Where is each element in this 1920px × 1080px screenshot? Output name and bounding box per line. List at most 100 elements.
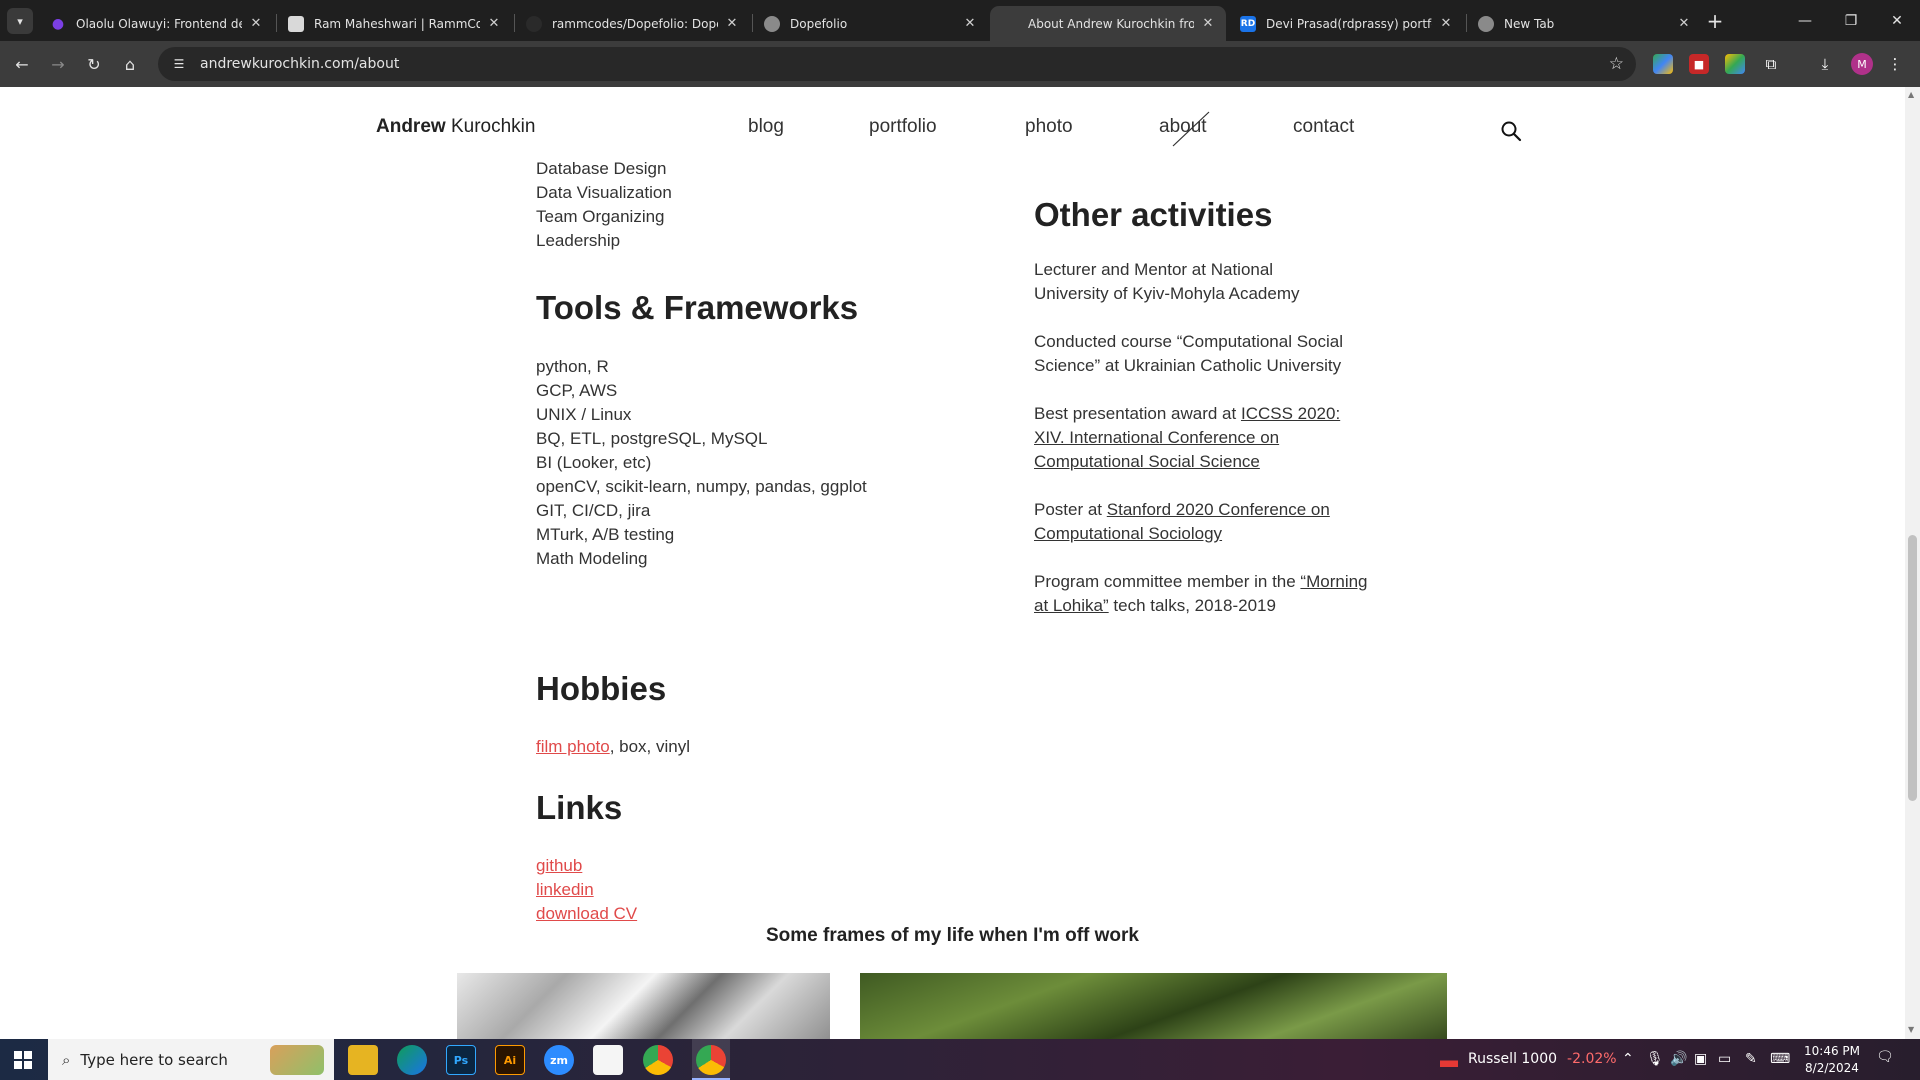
skill-item: Leadership [536, 231, 621, 250]
stock-chart-icon [1440, 1051, 1458, 1067]
close-icon[interactable]: ✕ [1438, 16, 1454, 31]
search-icon[interactable] [1500, 120, 1522, 142]
links-list: github linkedin download CV [536, 854, 637, 926]
frames-section-title: Some frames of my life when I'm off work [766, 925, 1139, 946]
linkedin-link[interactable]: linkedin [536, 880, 594, 899]
google-drive-extension-icon[interactable] [1725, 54, 1745, 74]
site-brand[interactable]: Andrew Kurochkin [376, 116, 535, 138]
reload-icon[interactable]: ↻ [80, 50, 108, 78]
activity-item: Lecturer and Mentor at National Universi… [1034, 260, 1300, 303]
browser-tab[interactable]: rammcodes/Dopefolio: Dopefo ✕ [514, 6, 750, 41]
download-icon[interactable]: ⤓ [1815, 54, 1835, 74]
restore-icon[interactable]: ❐ [1828, 0, 1874, 41]
tab-title: Dopefolio [790, 16, 848, 31]
speaker-icon[interactable]: 🔊 [1670, 1051, 1687, 1067]
activity-item: Poster at Stanford 2020 Conference on Co… [1034, 500, 1330, 543]
extension-color-icon[interactable] [1653, 54, 1673, 74]
nav-link-photo[interactable]: photo [1025, 116, 1073, 138]
browser-tab[interactable]: RD Devi Prasad(rdprassy) portfolio ✕ [1228, 6, 1464, 41]
github-link[interactable]: github [536, 856, 582, 875]
browser-tab[interactable]: Dopefolio ✕ [752, 6, 988, 41]
browser-tab[interactable]: New Tab ✕ [1466, 6, 1702, 41]
new-tab-button[interactable]: + [1702, 8, 1728, 34]
extension-red-icon[interactable]: ■ [1689, 54, 1709, 74]
site-info-icon[interactable]: ☰ [170, 55, 188, 73]
tool-item: BI (Looker, etc) [536, 453, 652, 472]
tab-title: rammcodes/Dopefolio: Dopefo [552, 16, 718, 31]
taskbar-search-box[interactable]: ⌕ Type here to search [48, 1039, 334, 1080]
notification-icon[interactable]: 🗨 [1876, 1049, 1898, 1069]
browser-tab[interactable]: Ram Maheshwari | RammCodes ✕ [276, 6, 512, 41]
browser-tab-strip: ▾ ● Olaolu Olawuyi: Frontend deve ✕ Ram … [0, 0, 1920, 41]
hobbies-heading: Hobbies [536, 670, 667, 707]
edge-browser-icon[interactable] [397, 1045, 427, 1075]
close-window-icon[interactable]: ✕ [1874, 0, 1920, 41]
tools-list: python, R GCP, AWS UNIX / Linux BQ, ETL,… [536, 355, 867, 571]
tab-title: Devi Prasad(rdprassy) portfolio [1266, 16, 1432, 31]
chrome-profile-icon[interactable] [696, 1045, 726, 1075]
scroll-up-icon[interactable]: ▲ [1908, 90, 1914, 99]
tab-title: New Tab [1504, 16, 1555, 31]
microphone-icon[interactable]: 🎙 [1646, 1051, 1664, 1067]
tab-title: Ram Maheshwari | RammCodes [314, 16, 480, 31]
network-icon[interactable]: ▭ [1718, 1051, 1731, 1067]
address-bar[interactable]: ☰ andrewkurochkin.com/about ☆ [158, 47, 1636, 81]
windows-taskbar: ⌕ Type here to search Ps Ai zm Russell 1… [0, 1039, 1920, 1080]
browser-tab-active[interactable]: About Andrew Kurochkin from ✕ [990, 6, 1226, 41]
close-icon[interactable]: ✕ [1676, 16, 1692, 31]
photo-snow-image[interactable] [457, 973, 830, 1039]
skill-item: Team Organizing [536, 207, 665, 226]
tab-title: Olaolu Olawuyi: Frontend deve [76, 16, 242, 31]
tool-item: BQ, ETL, postgreSQL, MySQL [536, 429, 768, 448]
back-icon[interactable]: ← [8, 50, 36, 78]
tool-item: python, R [536, 357, 609, 376]
file-explorer-icon[interactable] [348, 1045, 378, 1075]
rd-favicon-icon: RD [1240, 15, 1256, 32]
film-photo-link[interactable]: film photo [536, 737, 610, 756]
chrome-icon[interactable] [643, 1045, 673, 1075]
browser-tab[interactable]: ● Olaolu Olawuyi: Frontend deve ✕ [38, 6, 274, 41]
bookmark-star-icon[interactable]: ☆ [1609, 54, 1624, 74]
activity-item: Conducted course “Computational Social S… [1034, 332, 1344, 375]
keyboard-icon[interactable]: ⌨ [1770, 1051, 1790, 1067]
globe-favicon-icon [764, 15, 780, 32]
home-icon[interactable]: ⌂ [116, 50, 144, 78]
activity-item: Best presentation award at ICCSS 2020: X… [1034, 404, 1341, 471]
skill-item: Data Visualization [536, 183, 672, 202]
close-icon[interactable]: ✕ [962, 16, 978, 31]
profile-avatar[interactable]: M [1851, 53, 1873, 75]
chevron-up-icon[interactable]: ⌃ [1622, 1051, 1634, 1067]
forward-icon[interactable]: → [44, 50, 72, 78]
page-scrollbar[interactable]: ▲ ▼ [1905, 87, 1920, 1039]
tab-search-button[interactable]: ▾ [7, 8, 33, 34]
scroll-down-icon[interactable]: ▼ [1908, 1025, 1914, 1034]
extensions-puzzle-icon[interactable]: ⧉ [1761, 54, 1781, 74]
active-strike-decoration [1172, 111, 1210, 147]
notepad-file-icon[interactable] [593, 1045, 623, 1075]
nav-link-blog[interactable]: blog [748, 116, 784, 138]
download-cv-link[interactable]: download CV [536, 904, 637, 923]
url-text[interactable]: andrewkurochkin.com/about [200, 56, 399, 72]
close-icon[interactable]: ✕ [1200, 16, 1216, 31]
taskbar-clock[interactable]: 10:46 PM 8/2/2024 [1796, 1043, 1868, 1077]
camera-icon[interactable]: ▣ [1694, 1051, 1707, 1067]
zoom-icon[interactable]: zm [544, 1045, 574, 1075]
close-icon[interactable]: ✕ [248, 16, 264, 31]
close-icon[interactable]: ✕ [486, 16, 502, 31]
pen-icon[interactable]: ✎ [1745, 1051, 1757, 1067]
site-header: Andrew Kurochkin blog portfolio photo ab… [0, 87, 1905, 157]
scrollbar-thumb[interactable] [1908, 535, 1917, 801]
stock-widget[interactable]: Russell 1000 -2.02% [1440, 1051, 1617, 1067]
windows-start-icon[interactable] [0, 1039, 46, 1080]
menu-kebab-icon[interactable]: ⋮ [1885, 54, 1905, 74]
illustrator-icon[interactable]: Ai [495, 1045, 525, 1075]
web-page: Andrew Kurochkin blog portfolio photo ab… [0, 87, 1905, 1039]
photo-forest-image[interactable] [860, 973, 1447, 1039]
location-pin-favicon-icon: ● [51, 15, 65, 32]
nav-link-contact[interactable]: contact [1293, 116, 1354, 138]
photoshop-icon[interactable]: Ps [446, 1045, 476, 1075]
nav-link-portfolio[interactable]: portfolio [869, 116, 937, 138]
tool-item: UNIX / Linux [536, 405, 632, 424]
close-icon[interactable]: ✕ [724, 16, 740, 31]
minimize-icon[interactable]: — [1782, 0, 1828, 41]
